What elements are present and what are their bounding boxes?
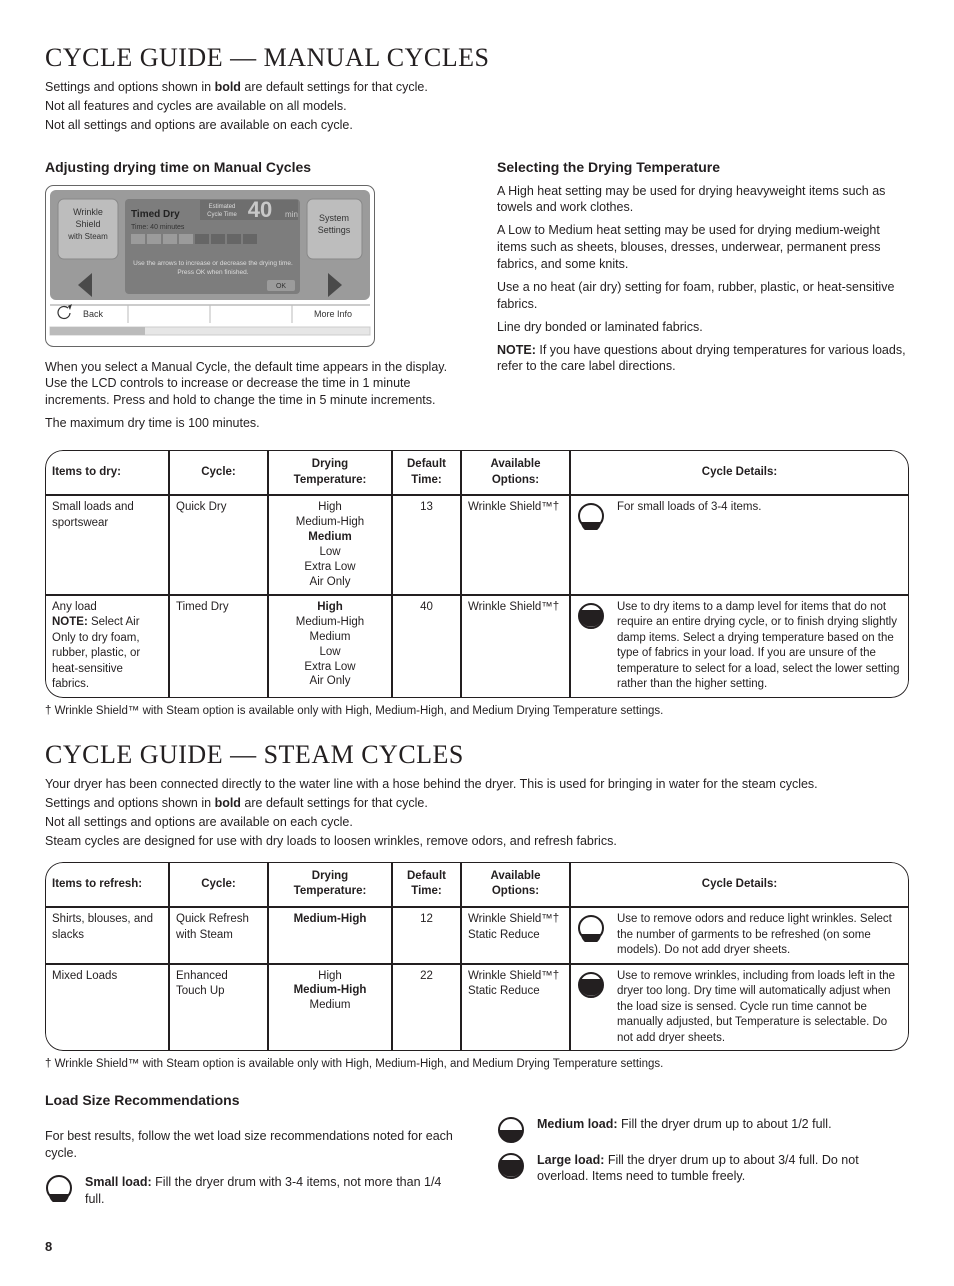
options-cell: Wrinkle Shield™†Static Reduce (461, 907, 570, 964)
intro-text: Not all features and cycles are availabl… (45, 98, 909, 115)
medium-load-row: Medium load: Fill the dryer drum up to a… (497, 1116, 909, 1144)
steam-cycles-title: CYCLE GUIDE — STEAM CYCLES (45, 737, 909, 772)
intro-text: Not all settings and options are availab… (45, 814, 909, 831)
cycle-cell: Quick Dry (169, 495, 268, 595)
items-cell: Any loadNOTE: Select Air Only to dry foa… (45, 595, 169, 698)
table-header: Available Options: (461, 450, 570, 495)
cycle-cell: Timed Dry (169, 595, 268, 698)
table-row: Mixed LoadsEnhanced Touch UpHighMedium-H… (45, 964, 909, 1052)
intro-bold: bold (215, 796, 241, 810)
details-cell: For small loads of 3-4 items. (570, 495, 909, 595)
manual-footnote: † Wrinkle Shield™ with Steam option is a… (45, 704, 909, 720)
lcd-wrinkle3: with Steam (67, 232, 108, 241)
lcd-est2: Cycle Time (207, 212, 237, 218)
items-cell: Small loads and sportswear (45, 495, 169, 595)
intro-bold: bold (215, 80, 241, 94)
table-header: Default Time: (392, 450, 461, 495)
lcd-wrinkle1: Wrinkle (73, 207, 103, 217)
adjusting-time-p1: When you select a Manual Cycle, the defa… (45, 359, 457, 410)
drying-temp-note: NOTE: If you have questions about drying… (497, 342, 909, 376)
manual-intro: Settings and options shown in bold are d… (45, 79, 909, 134)
lcd-est-min: min (285, 210, 298, 219)
table-row: Small loads and sportswearQuick DryHighM… (45, 495, 909, 595)
small-load-icon (577, 914, 605, 942)
table-row: Any loadNOTE: Select Air Only to dry foa… (45, 595, 909, 698)
items-cell: Mixed Loads (45, 964, 169, 1052)
drying-temp-p: Use a no heat (air dry) setting for foam… (497, 279, 909, 313)
items-cell: Shirts, blouses, and slacks (45, 907, 169, 964)
manual-cycles-title: CYCLE GUIDE — MANUAL CYCLES (45, 40, 909, 75)
table-header: Drying Temperature: (268, 862, 392, 907)
lcd-wrinkle2: Shield (75, 219, 100, 229)
load-size-heading: Load Size Recommendations (45, 1091, 909, 1110)
cycle-cell: Enhanced Touch Up (169, 964, 268, 1052)
drying-temp-p: A Low to Medium heat setting may be used… (497, 222, 909, 273)
lcd-timed-dry: Timed Dry (131, 209, 180, 220)
table-header: Cycle: (169, 862, 268, 907)
lcd-sys2: Settings (318, 225, 351, 235)
lcd-sys1: System (319, 213, 349, 223)
intro-text: are default settings for that cycle. (241, 796, 428, 810)
lcd-hint1: Use the arrows to increase or decrease t… (133, 260, 293, 267)
adjusting-time-heading: Adjusting drying time on Manual Cycles (45, 158, 457, 177)
drying-temp-p: A High heat setting may be used for dryi… (497, 183, 909, 217)
steam-footnote: † Wrinkle Shield™ with Steam option is a… (45, 1057, 909, 1073)
lcd-more-info: More Info (314, 309, 352, 319)
temperature-cell: HighMedium-HighMediumLowExtra LowAir Onl… (268, 595, 392, 698)
table-header: Drying Temperature: (268, 450, 392, 495)
default-time-cell: 12 (392, 907, 461, 964)
small-load-icon (577, 502, 605, 530)
details-cell: Use to dry items to a damp level for ite… (570, 595, 909, 698)
large-load-icon (577, 971, 605, 999)
drying-temp-heading: Selecting the Drying Temperature (497, 158, 909, 177)
page-number: 8 (45, 1238, 909, 1256)
temperature-cell: HighMedium-HighMediumLowExtra LowAir Onl… (268, 495, 392, 595)
intro-text: Settings and options shown in (45, 80, 215, 94)
temperature-cell: Medium-High (268, 907, 392, 964)
medium-load-icon (497, 1116, 525, 1144)
large-load-icon (497, 1152, 525, 1180)
intro-text: are default settings for that cycle. (241, 80, 428, 94)
intro-text: Steam cycles are designed for use with d… (45, 833, 909, 850)
table-header: Items to dry: (45, 450, 169, 495)
large-load-icon (577, 602, 605, 630)
cycle-cell: Quick Refresh with Steam (169, 907, 268, 964)
table-header: Default Time: (392, 862, 461, 907)
lcd-hint2: Press OK when finished. (177, 269, 248, 276)
small-load-icon (45, 1174, 73, 1202)
table-header: Available Options: (461, 862, 570, 907)
intro-text: Your dryer has been connected directly t… (45, 776, 909, 793)
lcd-time-40: Time: 40 minutes (131, 224, 185, 231)
large-load-row: Large load: Fill the dryer drum up to ab… (497, 1152, 909, 1186)
load-size-intro: For best results, follow the wet load si… (45, 1128, 457, 1162)
options-cell: Wrinkle Shield™† (461, 595, 570, 698)
default-time-cell: 13 (392, 495, 461, 595)
lcd-est-num: 40 (248, 197, 272, 222)
lcd-est1: Estimated (209, 204, 236, 210)
manual-cycles-table: Items to dry:Cycle:Drying Temperature:De… (45, 450, 909, 698)
default-time-cell: 22 (392, 964, 461, 1052)
steam-cycles-table: Items to refresh:Cycle:Drying Temperatur… (45, 862, 909, 1051)
table-header: Cycle Details: (570, 862, 909, 907)
details-cell: Use to remove odors and reduce light wri… (570, 907, 909, 964)
intro-text: Settings and options shown in (45, 796, 215, 810)
small-load-row: Small load: Fill the dryer drum with 3-4… (45, 1174, 457, 1208)
lcd-back: Back (83, 309, 104, 319)
table-header: Items to refresh: (45, 862, 169, 907)
drying-temp-p: Line dry bonded or laminated fabrics. (497, 319, 909, 336)
options-cell: Wrinkle Shield™†Static Reduce (461, 964, 570, 1052)
adjusting-time-p2: The maximum dry time is 100 minutes. (45, 415, 457, 432)
table-header: Cycle Details: (570, 450, 909, 495)
details-cell: Use to remove wrinkles, including from l… (570, 964, 909, 1052)
lcd-ok: OK (276, 283, 286, 290)
intro-text: Not all settings and options are availab… (45, 117, 909, 134)
steam-intro: Your dryer has been connected directly t… (45, 776, 909, 850)
temperature-cell: HighMedium-HighMedium (268, 964, 392, 1052)
lcd-panel-illustration: Wrinkle Shield with Steam System Setting… (45, 185, 457, 347)
table-row: Shirts, blouses, and slacksQuick Refresh… (45, 907, 909, 964)
default-time-cell: 40 (392, 595, 461, 698)
table-header: Cycle: (169, 450, 268, 495)
options-cell: Wrinkle Shield™† (461, 495, 570, 595)
